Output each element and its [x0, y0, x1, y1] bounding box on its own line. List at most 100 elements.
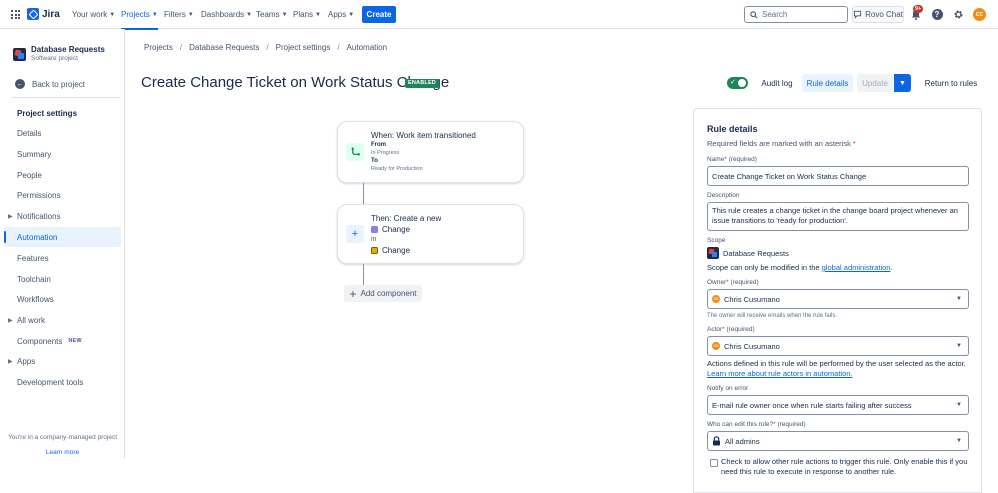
chevron-down-icon: ▼ — [315, 11, 321, 18]
sidebar-item-people[interactable]: People — [4, 165, 121, 185]
chevron-down-icon: ▼ — [956, 296, 962, 302]
sidebar-item-label: Components — [17, 336, 63, 346]
nav-your-work[interactable]: Your work ▼ — [72, 0, 115, 29]
arrow-left-icon: ← — [15, 79, 25, 89]
update-options-button[interactable]: ▼ — [894, 74, 911, 92]
nav-dashboards[interactable]: Dashboards ▼ — [201, 0, 252, 29]
actor-select[interactable]: CC Chris Cusumano ▼ — [707, 336, 969, 356]
nav-plans[interactable]: Plans ▼ — [293, 0, 321, 29]
transition-icon — [346, 143, 364, 161]
sidebar-item-permissions[interactable]: Permissions — [4, 185, 121, 205]
add-component-button[interactable]: + Add component — [344, 285, 422, 302]
owner-helper-text: The owner will receive emails when the r… — [707, 313, 838, 319]
chevron-down-icon: ▼ — [151, 11, 158, 18]
project-icon — [371, 247, 378, 254]
sidebar-item-label: Summary — [17, 149, 52, 159]
who-can-edit-select[interactable]: All admins ▼ — [707, 431, 969, 451]
nav-apps[interactable]: Apps ▼ — [328, 0, 354, 29]
jira-logo[interactable]: Jira — [27, 8, 60, 20]
project-type: Software project — [31, 55, 78, 62]
breadcrumb-separator: / — [337, 43, 340, 52]
sidebar-item-all-work[interactable]: ▶ All work — [4, 310, 121, 330]
name-field[interactable] — [707, 166, 969, 186]
nav-label: Your work — [72, 10, 108, 19]
breadcrumb-automation[interactable]: Automation — [347, 43, 387, 52]
change-type-icon — [371, 226, 378, 233]
project-name[interactable]: Database Requests — [31, 45, 105, 54]
rule-actors-link[interactable]: Learn more about rule actors in automati… — [707, 369, 853, 378]
sidebar-item-notifications[interactable]: ▶ Notifications — [4, 206, 121, 226]
owner-avatar: CC — [712, 295, 720, 303]
owner-select[interactable]: CC Chris Cusumano ▼ — [707, 289, 969, 309]
nav-label: Dashboards — [201, 10, 245, 19]
trigger-from-label: From — [371, 142, 386, 148]
sidebar-item-workflows[interactable]: Workflows — [4, 289, 121, 309]
project-avatar — [13, 48, 26, 61]
who-can-edit-required-text: (required) — [777, 421, 806, 428]
description-textarea[interactable]: This rule creates a change ticket in the… — [707, 202, 969, 231]
rule-details-button[interactable]: Rule details — [802, 74, 853, 92]
app-switcher-icon[interactable] — [11, 10, 20, 19]
sidebar-item-summary[interactable]: Summary — [4, 144, 121, 164]
gear-icon — [954, 10, 962, 18]
sidebar-item-label: Permissions — [17, 190, 61, 200]
required-note: Required fields are marked with an aster… — [707, 139, 856, 148]
nav-filters[interactable]: Filters ▼ — [164, 0, 194, 29]
rule-details-panel: Rule details Required fields are marked … — [693, 108, 982, 493]
breadcrumb-projects[interactable]: Projects — [144, 43, 173, 52]
settings-button[interactable] — [952, 8, 964, 20]
action-card[interactable] — [337, 204, 524, 264]
global-administration-link[interactable]: global administration — [822, 263, 891, 272]
nav-label: Plans — [293, 10, 314, 19]
search-input[interactable] — [762, 10, 842, 19]
nav-label: Apps — [328, 10, 347, 19]
sidebar-item-label: Development tools — [17, 377, 84, 387]
return-to-rules-button[interactable]: Return to rules — [922, 74, 980, 92]
rule-enabled-toggle[interactable] — [727, 77, 748, 89]
breadcrumb-project-settings[interactable]: Project settings — [276, 43, 331, 52]
breadcrumb-separator: / — [179, 43, 183, 52]
sidebar-item-development-tools[interactable]: Development tools — [4, 372, 121, 392]
sidebar-item-details[interactable]: Details — [4, 123, 121, 143]
sidebar-item-toolchain[interactable]: Toolchain — [4, 269, 121, 289]
allow-rule-trigger-checkbox[interactable] — [710, 459, 718, 467]
sidebar-item-apps[interactable]: ▶ Apps — [4, 351, 121, 371]
help-button[interactable]: ? — [931, 8, 943, 20]
breadcrumb-project[interactable]: Database Requests — [189, 43, 259, 52]
sidebar-item-label: Workflows — [17, 294, 54, 304]
chevron-down-icon: ▼ — [246, 11, 253, 18]
notify-on-error-value: E-mail rule owner once when rule starts … — [712, 400, 912, 410]
sidebar-divider — [12, 97, 120, 98]
action-type-value: Change — [382, 225, 411, 234]
chevron-down-icon: ▼ — [187, 11, 194, 18]
audit-log-button[interactable]: Audit log — [757, 74, 797, 92]
learn-more-link[interactable]: Learn more — [0, 449, 125, 456]
rovo-chat-button[interactable]: Rovo Chat — [852, 6, 904, 23]
create-button[interactable]: Create — [362, 6, 396, 23]
name-label: Name* (required) — [707, 156, 757, 163]
back-to-project-link[interactable]: ← Back to project — [15, 79, 85, 89]
add-component-label: Add component — [360, 289, 417, 298]
company-managed-note: You're in a company-managed project — [7, 434, 118, 441]
update-button[interactable]: Update — [857, 74, 893, 92]
help-icon: ? — [931, 8, 943, 20]
nav-projects[interactable]: Projects ▼ — [121, 0, 158, 30]
page-title[interactable]: Create Change Ticket on Work Status Chan… — [141, 74, 449, 91]
actor-avatar: CC — [712, 342, 720, 350]
owner-label: Owner* (required) — [707, 279, 759, 286]
nav-label: Projects — [121, 10, 150, 19]
user-avatar[interactable]: CC — [973, 8, 986, 21]
nav-teams[interactable]: Teams ▼ — [256, 0, 288, 29]
chevron-down-icon: ▼ — [899, 79, 906, 87]
sidebar-item-automation[interactable]: Automation — [4, 227, 121, 247]
chevron-down-icon: ▼ — [281, 11, 288, 18]
project-avatar — [707, 247, 719, 259]
chevron-right-icon: ▶ — [8, 317, 13, 324]
search-field[interactable] — [744, 6, 848, 23]
scope-note-suffix: . — [890, 263, 893, 272]
name-input[interactable] — [712, 171, 962, 181]
notify-on-error-select[interactable]: E-mail rule owner once when rule starts … — [707, 395, 969, 415]
sidebar-item-features[interactable]: Features — [4, 248, 121, 268]
jira-logo-icon — [27, 8, 39, 20]
sidebar-item-components[interactable]: Components NEW — [4, 331, 121, 351]
